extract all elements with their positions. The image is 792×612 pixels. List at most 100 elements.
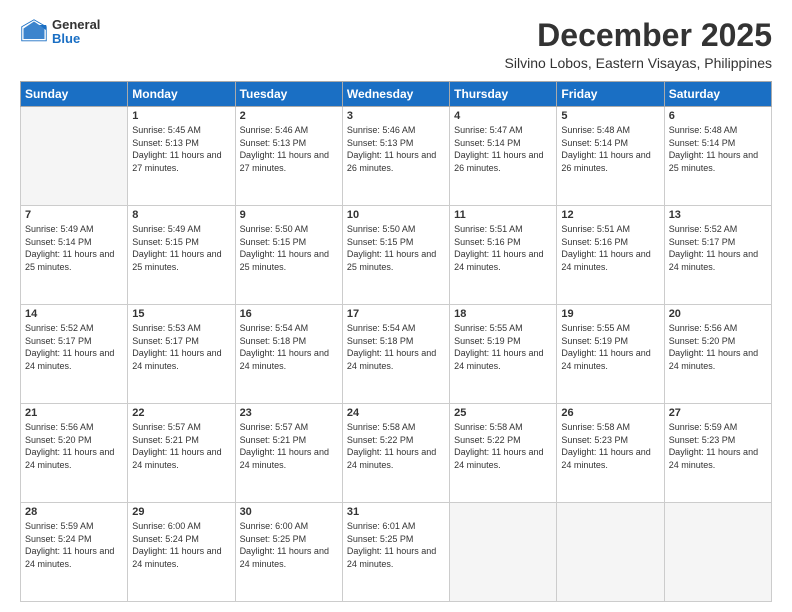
cell-info: Sunrise: 6:00 AM Sunset: 5:25 PM Dayligh… bbox=[240, 520, 338, 570]
calendar-cell bbox=[21, 107, 128, 206]
cell-info: Sunrise: 5:50 AM Sunset: 5:15 PM Dayligh… bbox=[240, 223, 338, 273]
cell-info: Sunrise: 5:45 AM Sunset: 5:13 PM Dayligh… bbox=[132, 124, 230, 174]
calendar-cell: 29Sunrise: 6:00 AM Sunset: 5:24 PM Dayli… bbox=[128, 503, 235, 602]
calendar-cell: 17Sunrise: 5:54 AM Sunset: 5:18 PM Dayli… bbox=[342, 305, 449, 404]
calendar-cell: 19 Sunrise: 5:55 AM Sunset: 5:19 PM Dayli… bbox=[557, 305, 664, 404]
calendar-cell: 4Sunrise: 5:47 AM Sunset: 5:14 PM Daylig… bbox=[450, 107, 557, 206]
week-row-4: 21 Sunrise: 5:56 AM Sunset: 5:20 PM Dayli… bbox=[21, 404, 772, 503]
month-title: December 2025 bbox=[505, 18, 772, 53]
calendar-cell: 15 Sunrise: 5:53 AM Sunset: 5:17 PM Dayli… bbox=[128, 305, 235, 404]
day-number: 23 bbox=[240, 407, 338, 419]
day-number: 11 bbox=[454, 209, 552, 221]
logo-icon bbox=[20, 18, 48, 46]
cell-info: Sunrise: 6:01 AM Sunset: 5:25 PM Dayligh… bbox=[347, 520, 445, 570]
day-number: 14 bbox=[25, 308, 123, 320]
day-number: 13 bbox=[669, 209, 767, 221]
day-number: 10 bbox=[347, 209, 445, 221]
day-number: 19 bbox=[561, 308, 659, 320]
cell-info: Sunrise: 5:55 AM Sunset: 5:19 PM Dayligh… bbox=[454, 322, 552, 372]
week-row-2: 7 Sunrise: 5:49 AM Sunset: 5:14 PM Daylig… bbox=[21, 206, 772, 305]
weekday-header-friday: Friday bbox=[557, 82, 664, 107]
cell-info: Sunrise: 5:51 AM Sunset: 5:16 PM Dayligh… bbox=[454, 223, 552, 273]
calendar-cell: 25Sunrise: 5:58 AM Sunset: 5:22 PM Dayli… bbox=[450, 404, 557, 503]
day-number: 31 bbox=[347, 506, 445, 518]
cell-info: Sunrise: 5:52 AM Sunset: 5:17 PM Dayligh… bbox=[25, 322, 123, 372]
calendar-table: SundayMondayTuesdayWednesdayThursdayFrid… bbox=[20, 81, 772, 602]
week-row-1: 1 Sunrise: 5:45 AM Sunset: 5:13 PM Daylig… bbox=[21, 107, 772, 206]
weekday-header-row: SundayMondayTuesdayWednesdayThursdayFrid… bbox=[21, 82, 772, 107]
cell-info: Sunrise: 5:47 AM Sunset: 5:14 PM Dayligh… bbox=[454, 124, 552, 174]
calendar-cell: 28Sunrise: 5:59 AM Sunset: 5:24 PM Dayli… bbox=[21, 503, 128, 602]
cell-info: Sunrise: 5:52 AM Sunset: 5:17 PM Dayligh… bbox=[669, 223, 767, 273]
weekday-header-saturday: Saturday bbox=[664, 82, 771, 107]
cell-info: Sunrise: 5:56 AM Sunset: 5:20 PM Dayligh… bbox=[25, 421, 123, 471]
calendar-cell: 9 Sunrise: 5:50 AM Sunset: 5:15 PM Daylig… bbox=[235, 206, 342, 305]
day-number: 1 bbox=[132, 110, 230, 122]
calendar-cell: 16 Sunrise: 5:54 AM Sunset: 5:18 PM Dayli… bbox=[235, 305, 342, 404]
calendar-cell bbox=[664, 503, 771, 602]
calendar-cell: 18 Sunrise: 5:55 AM Sunset: 5:19 PM Dayli… bbox=[450, 305, 557, 404]
day-number: 25 bbox=[454, 407, 552, 419]
calendar-cell: 13 Sunrise: 5:52 AM Sunset: 5:17 PM Dayli… bbox=[664, 206, 771, 305]
day-number: 20 bbox=[669, 308, 767, 320]
day-number: 30 bbox=[240, 506, 338, 518]
cell-info: Sunrise: 5:55 AM Sunset: 5:19 PM Dayligh… bbox=[561, 322, 659, 372]
day-number: 7 bbox=[25, 209, 123, 221]
calendar-cell: 23 Sunrise: 5:57 AM Sunset: 5:21 PM Dayli… bbox=[235, 404, 342, 503]
weekday-header-monday: Monday bbox=[128, 82, 235, 107]
day-number: 21 bbox=[25, 407, 123, 419]
header: General Blue December 2025 Silvino Lobos… bbox=[20, 18, 772, 71]
weekday-header-sunday: Sunday bbox=[21, 82, 128, 107]
day-number: 6 bbox=[669, 110, 767, 122]
cell-info: Sunrise: 5:50 AM Sunset: 5:15 PM Dayligh… bbox=[347, 223, 445, 273]
calendar-cell: 2Sunrise: 5:46 AM Sunset: 5:13 PM Daylig… bbox=[235, 107, 342, 206]
cell-info: Sunrise: 5:58 AM Sunset: 5:22 PM Dayligh… bbox=[347, 421, 445, 471]
cell-info: Sunrise: 5:48 AM Sunset: 5:14 PM Dayligh… bbox=[561, 124, 659, 174]
calendar-cell: 3 Sunrise: 5:46 AM Sunset: 5:13 PM Daylig… bbox=[342, 107, 449, 206]
weekday-header-thursday: Thursday bbox=[450, 82, 557, 107]
weekday-header-wednesday: Wednesday bbox=[342, 82, 449, 107]
cell-info: Sunrise: 5:49 AM Sunset: 5:15 PM Dayligh… bbox=[132, 223, 230, 273]
title-block: December 2025 Silvino Lobos, Eastern Vis… bbox=[505, 18, 772, 71]
day-number: 15 bbox=[132, 308, 230, 320]
cell-info: Sunrise: 5:53 AM Sunset: 5:17 PM Dayligh… bbox=[132, 322, 230, 372]
logo-text: General Blue bbox=[52, 18, 100, 47]
calendar-cell: 26Sunrise: 5:58 AM Sunset: 5:23 PM Dayli… bbox=[557, 404, 664, 503]
calendar-cell: 12Sunrise: 5:51 AM Sunset: 5:16 PM Dayli… bbox=[557, 206, 664, 305]
calendar-cell: 14 Sunrise: 5:52 AM Sunset: 5:17 PM Dayli… bbox=[21, 305, 128, 404]
calendar-cell: 1 Sunrise: 5:45 AM Sunset: 5:13 PM Daylig… bbox=[128, 107, 235, 206]
calendar-cell: 30 Sunrise: 6:00 AM Sunset: 5:25 PM Dayli… bbox=[235, 503, 342, 602]
calendar-cell: 6 Sunrise: 5:48 AM Sunset: 5:14 PM Daylig… bbox=[664, 107, 771, 206]
day-number: 18 bbox=[454, 308, 552, 320]
day-number: 9 bbox=[240, 209, 338, 221]
cell-info: Sunrise: 5:46 AM Sunset: 5:13 PM Dayligh… bbox=[347, 124, 445, 174]
location-title: Silvino Lobos, Eastern Visayas, Philippi… bbox=[505, 55, 772, 71]
calendar-cell: 24Sunrise: 5:58 AM Sunset: 5:22 PM Dayli… bbox=[342, 404, 449, 503]
calendar-cell: 8 Sunrise: 5:49 AM Sunset: 5:15 PM Daylig… bbox=[128, 206, 235, 305]
day-number: 27 bbox=[669, 407, 767, 419]
calendar-cell: 7 Sunrise: 5:49 AM Sunset: 5:14 PM Daylig… bbox=[21, 206, 128, 305]
week-row-5: 28Sunrise: 5:59 AM Sunset: 5:24 PM Dayli… bbox=[21, 503, 772, 602]
day-number: 8 bbox=[132, 209, 230, 221]
day-number: 3 bbox=[347, 110, 445, 122]
cell-info: Sunrise: 5:54 AM Sunset: 5:18 PM Dayligh… bbox=[240, 322, 338, 372]
calendar-cell bbox=[557, 503, 664, 602]
logo-blue: Blue bbox=[52, 32, 100, 46]
cell-info: Sunrise: 5:51 AM Sunset: 5:16 PM Dayligh… bbox=[561, 223, 659, 273]
day-number: 22 bbox=[132, 407, 230, 419]
calendar-cell: 27Sunrise: 5:59 AM Sunset: 5:23 PM Dayli… bbox=[664, 404, 771, 503]
calendar-cell: 22 Sunrise: 5:57 AM Sunset: 5:21 PM Dayli… bbox=[128, 404, 235, 503]
cell-info: Sunrise: 6:00 AM Sunset: 5:24 PM Dayligh… bbox=[132, 520, 230, 570]
weekday-header-tuesday: Tuesday bbox=[235, 82, 342, 107]
day-number: 17 bbox=[347, 308, 445, 320]
calendar-cell: 21 Sunrise: 5:56 AM Sunset: 5:20 PM Dayli… bbox=[21, 404, 128, 503]
day-number: 26 bbox=[561, 407, 659, 419]
cell-info: Sunrise: 5:49 AM Sunset: 5:14 PM Dayligh… bbox=[25, 223, 123, 273]
cell-info: Sunrise: 5:57 AM Sunset: 5:21 PM Dayligh… bbox=[132, 421, 230, 471]
cell-info: Sunrise: 5:56 AM Sunset: 5:20 PM Dayligh… bbox=[669, 322, 767, 372]
calendar-cell: 31 Sunrise: 6:01 AM Sunset: 5:25 PM Dayli… bbox=[342, 503, 449, 602]
cell-info: Sunrise: 5:57 AM Sunset: 5:21 PM Dayligh… bbox=[240, 421, 338, 471]
cell-info: Sunrise: 5:48 AM Sunset: 5:14 PM Dayligh… bbox=[669, 124, 767, 174]
day-number: 16 bbox=[240, 308, 338, 320]
page: General Blue December 2025 Silvino Lobos… bbox=[0, 0, 792, 612]
